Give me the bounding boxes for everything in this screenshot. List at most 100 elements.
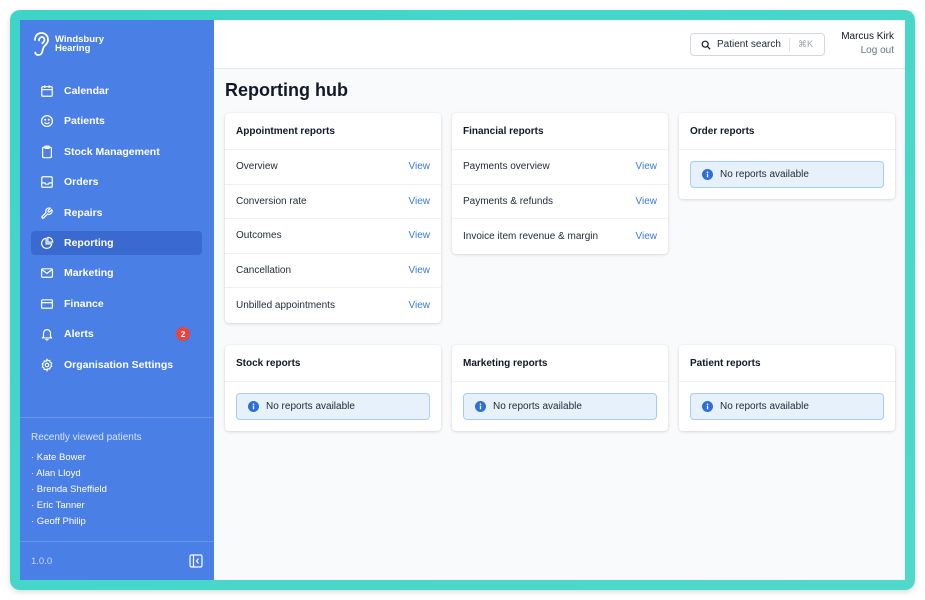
empty-state-text: No reports available: [720, 401, 809, 412]
ear-logo-icon: [34, 32, 49, 56]
recent-patient-link[interactable]: · Brenda Sheffield: [31, 482, 214, 498]
sidebar-item-label: Calendar: [64, 85, 109, 97]
brand[interactable]: Windsbury Hearing: [31, 31, 105, 57]
clipboard-icon: [42, 145, 52, 159]
report-name: Conversion rate: [236, 195, 307, 207]
report-row: Cancellation View: [225, 254, 441, 288]
logout-link[interactable]: Log out: [841, 45, 894, 56]
recent-patient-link[interactable]: · Geoff Philip: [31, 514, 214, 530]
patient-reports-card: Patient reports No reports available: [679, 345, 895, 431]
recent-patients-title: Recently viewed patients: [31, 432, 142, 443]
sidebar-item-label: Orders: [64, 176, 99, 189]
card-title: Patient reports: [679, 345, 895, 382]
report-name: Outcomes: [236, 230, 282, 242]
top-bar: Patient search ⌘K Marcus Kirk Log out: [214, 20, 905, 69]
view-report-link[interactable]: View: [409, 161, 431, 172]
mail-icon: [40, 268, 54, 279]
collapse-sidebar-icon[interactable]: [189, 554, 203, 568]
sidebar: Windsbury Hearing Calendar Patients Stoc…: [20, 20, 214, 580]
sidebar-item-organisation-settings[interactable]: Organisation Settings: [31, 353, 202, 377]
report-name: Payments overview: [463, 161, 550, 173]
search-divider: [789, 38, 790, 52]
app-version: 1.0.0: [31, 555, 53, 567]
report-row: Unbilled appointments View: [225, 288, 441, 323]
recent-patient-link[interactable]: · Kate Bower: [31, 450, 214, 466]
main-content: Patient search ⌘K Marcus Kirk Log out Re…: [214, 20, 905, 580]
gear-icon: [41, 357, 53, 372]
user-menu: Marcus Kirk Log out: [841, 31, 894, 56]
report-row: Payments & refunds View: [452, 185, 668, 219]
bell-icon: [41, 329, 53, 341]
smiley-icon: [40, 115, 54, 128]
view-report-link[interactable]: View: [409, 265, 431, 276]
report-row: Outcomes View: [225, 219, 441, 254]
search-icon: [701, 40, 711, 50]
info-icon: [248, 401, 259, 412]
pie-chart-icon: [41, 236, 54, 249]
sidebar-item-label: Reporting: [64, 236, 114, 249]
info-icon: [702, 401, 713, 412]
view-report-link[interactable]: View: [409, 230, 431, 241]
brand-name: Windsbury Hearing: [55, 34, 104, 54]
report-name: Unbilled appointments: [236, 299, 335, 311]
empty-state-notice: No reports available: [690, 161, 884, 188]
stock-reports-card: Stock reports No reports available: [225, 345, 441, 431]
report-name: Payments & refunds: [463, 195, 554, 207]
report-name: Overview: [236, 161, 278, 173]
sidebar-item-label: Marketing: [64, 267, 114, 280]
sidebar-item-marketing[interactable]: Marketing: [31, 261, 202, 285]
inbox-icon: [41, 176, 53, 189]
info-icon: [475, 401, 486, 412]
wrench-icon: [41, 206, 53, 219]
marketing-reports-card: Marketing reports No reports available: [452, 345, 668, 431]
search-shortcut: ⌘K: [798, 39, 814, 49]
report-row: Conversion rate View: [225, 185, 441, 219]
alerts-count-badge: 2: [176, 327, 190, 342]
sidebar-item-orders[interactable]: Orders: [31, 170, 202, 194]
report-name: Invoice item revenue & margin: [463, 230, 599, 242]
view-report-link[interactable]: View: [636, 196, 658, 207]
card-title: Financial reports: [452, 113, 668, 150]
view-report-link[interactable]: View: [409, 300, 431, 311]
patient-search-label: Patient search: [717, 39, 781, 50]
sidebar-item-label: Repairs: [64, 206, 103, 219]
sidebar-item-calendar[interactable]: Calendar: [31, 79, 202, 103]
card-title: Appointment reports: [225, 113, 441, 150]
sidebar-item-repairs[interactable]: Repairs: [31, 201, 202, 225]
calendar-icon: [41, 85, 53, 97]
page-title: Reporting hub: [225, 80, 348, 100]
report-row: Invoice item revenue & margin View: [452, 219, 668, 254]
credit-card-icon: [40, 298, 54, 309]
empty-state-notice: No reports available: [463, 393, 657, 420]
card-title: Order reports: [679, 113, 895, 150]
card-title: Stock reports: [225, 345, 441, 382]
view-report-link[interactable]: View: [409, 196, 431, 207]
report-name: Cancellation: [236, 264, 292, 276]
app-window: Windsbury Hearing Calendar Patients Stoc…: [20, 20, 905, 580]
info-icon: [702, 169, 713, 180]
view-report-link[interactable]: View: [636, 161, 658, 172]
sidebar-item-alerts[interactable]: Alerts 2: [31, 322, 202, 346]
empty-state-notice: No reports available: [690, 393, 884, 420]
empty-state-notice: No reports available: [236, 393, 430, 420]
sidebar-footer: 1.0.0: [20, 541, 214, 580]
patient-search-button[interactable]: Patient search ⌘K: [690, 33, 825, 56]
sidebar-item-stock-management[interactable]: Stock Management: [31, 140, 202, 164]
recent-patients: Recently viewed patients · Kate Bower · …: [20, 417, 214, 530]
card-title: Marketing reports: [452, 345, 668, 382]
sidebar-item-reporting[interactable]: Reporting: [31, 230, 202, 255]
sidebar-item-patients[interactable]: Patients: [31, 109, 202, 133]
user-name: Marcus Kirk: [841, 31, 894, 42]
sidebar-item-label: Patients: [64, 115, 105, 128]
recent-patient-link[interactable]: · Alan Lloyd: [31, 466, 214, 482]
sidebar-item-label: Alerts: [64, 328, 94, 341]
empty-state-text: No reports available: [720, 169, 809, 180]
sidebar-item-label: Organisation Settings: [64, 358, 174, 371]
sidebar-item-label: Stock Management: [64, 145, 160, 158]
empty-state-text: No reports available: [266, 401, 355, 412]
sidebar-item-finance[interactable]: Finance: [31, 292, 202, 316]
view-report-link[interactable]: View: [636, 231, 658, 242]
report-row: Overview View: [225, 150, 441, 185]
recent-patient-link[interactable]: · Eric Tanner: [31, 498, 214, 514]
sidebar-item-label: Finance: [64, 297, 104, 310]
